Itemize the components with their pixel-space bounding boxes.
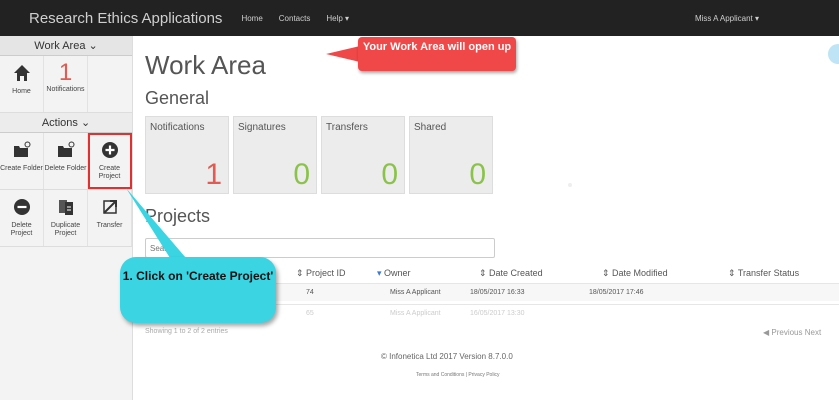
tile-label: Signatures [238,122,286,133]
transfer-icon [102,200,117,214]
create-project-callout: 1. Click on 'Create Project' [120,257,276,323]
tile-notifications[interactable]: Notifications 1 [145,116,229,194]
tile-count: 0 [293,158,310,191]
cell-created: 18/05/2017 16:33 [470,289,525,296]
sort-desc-icon: ▾ [377,268,382,278]
work-area-callout: Your Work Area will open up [358,37,516,71]
create-folder-label: Create Folder [0,165,43,172]
duplicate-icon [58,200,73,215]
create-project-label: Create Project [98,165,121,180]
transfer-label: Transfer [96,222,123,229]
home-icon [13,65,30,81]
cell-owner: Miss A Applicant [390,310,441,317]
notifications-label: Notifications [46,86,85,93]
col-label: Date Created [489,268,543,278]
nav-help[interactable]: Help ▾ [326,14,349,23]
delete-project-button[interactable]: Delete Project [0,190,44,246]
search-input[interactable] [145,238,495,258]
top-navbar: Research Ethics Applications Home Contac… [0,0,839,36]
sidebar-actions-row-2: Delete Project Duplicate Project Transfe… [0,190,132,247]
col-date-modified[interactable]: ⇕ Date Modified [602,268,668,279]
tile-transfers[interactable]: Transfers 0 [321,116,405,194]
home-label: Home [12,88,31,95]
top-nav: Home Contacts Help ▾ [241,14,365,23]
create-folder-button[interactable]: Create Folder [0,133,44,189]
plus-circle-icon [101,142,118,158]
sidebar: Work Area ⌄ Home 1 Notifications Actions… [0,36,133,400]
col-label: Project ID [306,268,346,278]
tile-label: Transfers [326,122,368,133]
pagination[interactable]: ◀ Previous Next [763,328,821,337]
duplicate-project-button[interactable]: Duplicate Project [44,190,88,246]
delete-folder-label: Delete Folder [44,165,87,172]
cell-id: 74 [306,289,314,296]
tile-signatures[interactable]: Signatures 0 [233,116,317,194]
sidebar-work-row: Home 1 Notifications [0,56,132,113]
col-transfer-status[interactable]: ⇕ Transfer Status [728,268,799,279]
actions-dropdown[interactable]: Actions ⌄ [0,113,132,133]
delete-folder-button[interactable]: Delete Folder [44,133,88,189]
callout-arrow [326,46,360,62]
col-date-created[interactable]: ⇕ Date Created [479,268,543,279]
sidebar-actions-row-1: Create Folder Delete Folder Create Proje… [0,133,132,190]
col-label: Transfer Status [737,268,800,278]
page-title: Work Area [145,50,266,80]
cell-id: 65 [306,310,314,317]
footer-links[interactable]: Terms and Conditions | Privacy Policy [416,372,500,378]
callout-pointer [126,188,186,258]
col-owner[interactable]: ▾ Owner [377,268,411,279]
tile-count: 0 [469,158,486,191]
table-info: Showing 1 to 2 of 2 entries [145,328,228,335]
col-label: Date Modified [612,268,668,278]
tile-count: 0 [381,158,398,191]
brand-link[interactable]: Research Ethics Applications [29,10,222,27]
sidebar-item-home[interactable]: Home [0,56,44,112]
cell-created: 16/05/2017 13:30 [470,310,525,317]
delete-project-label: Delete Project [10,222,33,237]
footer-version: © Infonetica Ltd 2017 Version 8.7.0.0 [381,352,513,361]
decorative-dot [568,183,572,187]
tile-label: Shared [414,122,447,133]
user-menu[interactable]: Miss A Applicant ▾ [695,14,759,23]
folder-delete-icon [57,141,74,157]
cell-owner: Miss A Applicant [390,289,441,296]
help-bubble-icon[interactable] [828,44,839,64]
tile-shared[interactable]: Shared 0 [409,116,493,194]
create-project-button[interactable]: Create Project [88,133,132,189]
folder-add-icon [13,141,30,157]
sidebar-item-notifications[interactable]: 1 Notifications [44,56,88,112]
cell-modified: 18/05/2017 17:46 [589,289,644,296]
summary-tiles: Notifications 1 Signatures 0 Transfers 0… [145,116,497,194]
minus-circle-icon [13,199,30,215]
tile-label: Notifications [150,122,205,133]
duplicate-project-label: Duplicate Project [50,222,81,237]
work-area-dropdown[interactable]: Work Area ⌄ [0,36,132,56]
col-label: Owner [384,268,411,278]
nav-contacts[interactable]: Contacts [279,14,311,23]
sidebar-empty-cell [88,56,132,112]
nav-home[interactable]: Home [241,14,262,23]
col-project-id[interactable]: ⇕ Project ID [296,268,346,279]
tile-count: 1 [205,158,222,191]
notifications-count: 1 [58,59,73,86]
general-heading: General [145,88,210,108]
